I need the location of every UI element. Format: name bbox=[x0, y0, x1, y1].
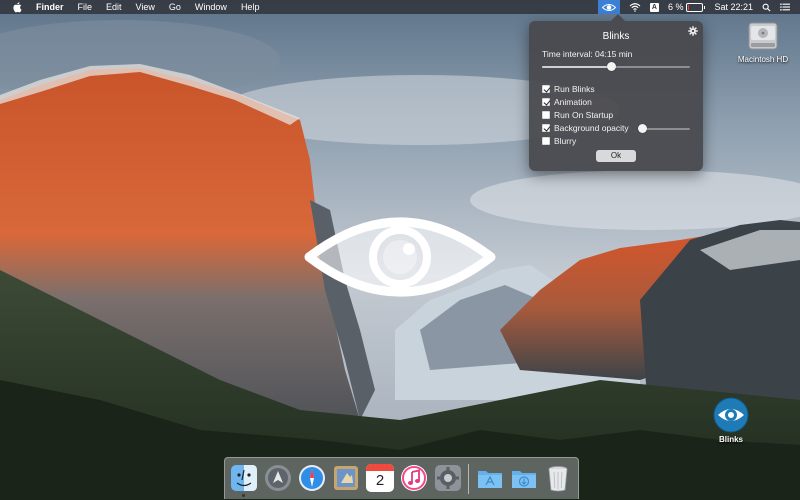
launchpad-icon[interactable] bbox=[264, 464, 292, 492]
popover-title: Blinks bbox=[602, 31, 630, 42]
macintosh-hd-desktop-icon[interactable]: Macintosh HD bbox=[736, 18, 790, 64]
slider-fill bbox=[542, 66, 612, 68]
calendar-day: 2 bbox=[375, 472, 385, 489]
animation-label: Animation bbox=[554, 97, 592, 107]
menu-window[interactable]: Window bbox=[195, 0, 227, 14]
safari-icon[interactable] bbox=[298, 464, 326, 492]
applications-folder-icon[interactable] bbox=[476, 464, 504, 492]
menu-file[interactable]: File bbox=[78, 0, 93, 14]
calendar-header bbox=[366, 464, 394, 471]
list-icon[interactable] bbox=[780, 3, 790, 11]
search-icon[interactable] bbox=[762, 3, 771, 12]
calendar-icon[interactable]: 2 bbox=[366, 464, 394, 492]
time-interval-slider[interactable] bbox=[542, 62, 690, 71]
blinks-eye-icon bbox=[601, 3, 616, 11]
popover-arrow bbox=[611, 14, 625, 21]
background-opacity-slider[interactable] bbox=[638, 124, 690, 133]
blurry-checkbox[interactable] bbox=[542, 137, 550, 145]
run-on-startup-checkbox[interactable] bbox=[542, 111, 550, 119]
menu-bar: Finder File Edit View Go Window Help A 6… bbox=[0, 0, 800, 14]
run-on-startup-option[interactable]: Run On Startup bbox=[542, 109, 613, 121]
apple-menu-icon[interactable] bbox=[12, 1, 22, 13]
keyboard-input-icon[interactable]: A bbox=[649, 2, 659, 12]
gear-icon[interactable] bbox=[688, 26, 698, 36]
menu-edit[interactable]: Edit bbox=[106, 0, 122, 14]
background-opacity-label: Background opacity bbox=[554, 123, 629, 133]
animation-option[interactable]: Animation bbox=[542, 96, 592, 108]
menu-finder[interactable]: Finder bbox=[36, 0, 64, 14]
blurry-label: Blurry bbox=[554, 136, 577, 146]
running-indicator bbox=[242, 494, 245, 497]
battery-indicator[interactable]: 6 % bbox=[668, 0, 706, 14]
downloads-folder-icon[interactable] bbox=[510, 464, 538, 492]
run-on-startup-label: Run On Startup bbox=[554, 110, 614, 120]
run-blinks-option[interactable]: Run Blinks bbox=[542, 83, 595, 95]
menu-go[interactable]: Go bbox=[169, 0, 181, 14]
menu-view[interactable]: View bbox=[136, 0, 155, 14]
blinks-eye-overlay-icon bbox=[304, 217, 496, 297]
slider-knob[interactable] bbox=[607, 62, 617, 71]
itunes-icon[interactable] bbox=[400, 464, 428, 492]
menu-help[interactable]: Help bbox=[241, 0, 260, 14]
dock: 2 bbox=[224, 457, 579, 499]
blinks-desktop-label: Blinks bbox=[718, 435, 743, 444]
battery-percent: 6 % bbox=[667, 2, 684, 12]
background-opacity-option[interactable]: Background opacity bbox=[542, 122, 629, 134]
ok-button[interactable]: Ok bbox=[596, 150, 636, 162]
dock-separator bbox=[468, 464, 469, 494]
blinks-desktop-icon[interactable]: Blinks bbox=[710, 397, 752, 444]
time-interval-label: Time interval: 04:15 min bbox=[542, 49, 633, 59]
battery-level bbox=[688, 4, 690, 10]
blinks-status-item[interactable] bbox=[597, 0, 620, 14]
battery-icon bbox=[686, 2, 704, 12]
slider-knob[interactable] bbox=[638, 124, 648, 133]
blinks-app-icon bbox=[713, 397, 749, 433]
blurry-option[interactable]: Blurry bbox=[542, 135, 576, 147]
system-preferences-icon[interactable] bbox=[434, 464, 462, 492]
run-blinks-label: Run Blinks bbox=[554, 84, 595, 94]
blinks-popover: Blinks Time interval: 04:15 min Run Blin… bbox=[529, 14, 703, 171]
wifi-icon[interactable] bbox=[629, 2, 641, 12]
animation-checkbox[interactable] bbox=[542, 98, 550, 106]
clock[interactable]: Sat 22:21 bbox=[714, 0, 753, 14]
status-area: A 6 % Sat 22:21 bbox=[597, 0, 800, 14]
macintosh-hd-label: Macintosh HD bbox=[737, 55, 789, 64]
finder-icon[interactable] bbox=[230, 464, 258, 492]
trash-icon[interactable] bbox=[544, 464, 572, 492]
mail-icon[interactable] bbox=[332, 464, 360, 492]
background-opacity-checkbox[interactable] bbox=[542, 124, 550, 132]
hard-drive-icon bbox=[748, 22, 778, 50]
run-blinks-checkbox[interactable] bbox=[542, 85, 550, 93]
